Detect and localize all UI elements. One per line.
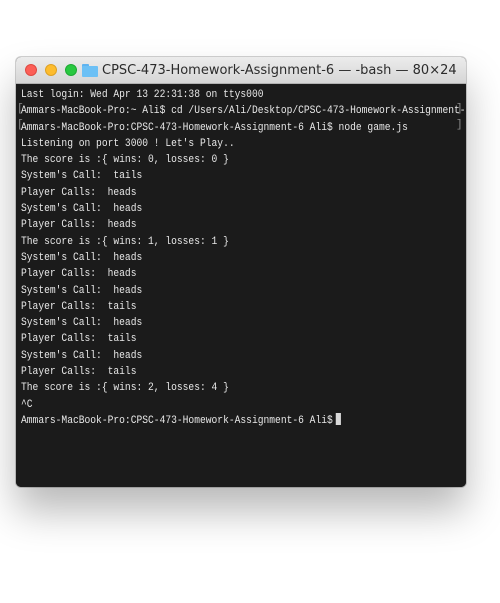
terminal-line: System's Call: heads xyxy=(21,251,143,264)
terminal-line: System's Call: heads xyxy=(21,284,143,297)
desktop-background: CPSC-473-Homework-Assignment-6 — -bash —… xyxy=(0,0,500,603)
minimize-button[interactable] xyxy=(45,64,57,76)
terminal-line: Player Calls: tails xyxy=(21,300,137,313)
window-titlebar[interactable]: CPSC-473-Homework-Assignment-6 — -bash —… xyxy=(16,57,466,84)
terminal-lines: Last login: Wed Apr 13 22:31:38 on ttys0… xyxy=(21,87,466,429)
terminal-line: The score is :{ wins: 1, losses: 1 } xyxy=(21,235,229,248)
terminal-line: Player Calls: tails xyxy=(21,366,137,379)
terminal-line: The score is :{ wins: 2, losses: 4 } xyxy=(21,382,229,395)
maximize-button[interactable] xyxy=(65,64,77,76)
terminal-prompt: Ammars-MacBook-Pro:CPSC-473-Homework-Ass… xyxy=(21,414,333,427)
terminal-line: System's Call: heads xyxy=(21,317,143,330)
terminal-line: Player Calls: heads xyxy=(21,186,137,199)
terminal-line: System's Call: heads xyxy=(21,349,143,362)
terminal-line: Player Calls: heads xyxy=(21,219,137,232)
terminal-prompt-line[interactable]: Ammars-MacBook-Pro:CPSC-473-Homework-Ass… xyxy=(21,412,466,429)
window-title: CPSC-473-Homework-Assignment-6 — -bash —… xyxy=(102,63,457,78)
terminal-window: CPSC-473-Homework-Assignment-6 — -bash —… xyxy=(16,57,466,487)
terminal-line: Player Calls: tails xyxy=(21,333,137,346)
terminal-line: Listening on port 3000 ! Let's Play.. xyxy=(21,137,235,150)
close-button[interactable] xyxy=(25,64,37,76)
terminal-output[interactable]: [ ] [ ] Last login: Wed Apr 13 22:31:38 … xyxy=(16,84,466,487)
terminal-line: System's Call: heads xyxy=(21,203,143,216)
terminal-line: System's Call: tails xyxy=(21,170,143,183)
terminal-line: Ammars-MacBook-Pro:CPSC-473-Homework-Ass… xyxy=(21,121,408,134)
folder-icon xyxy=(82,64,98,77)
terminal-line: Last login: Wed Apr 13 22:31:38 on ttys0… xyxy=(21,89,264,101)
terminal-line: The score is :{ wins: 0, losses: 0 } xyxy=(21,154,229,167)
terminal-line: ^C xyxy=(21,398,33,411)
terminal-line: Player Calls: heads xyxy=(21,268,137,281)
terminal-line: Ammars-MacBook-Pro:~ Ali$ cd /Users/Ali/… xyxy=(21,105,466,118)
text-cursor xyxy=(335,412,341,425)
